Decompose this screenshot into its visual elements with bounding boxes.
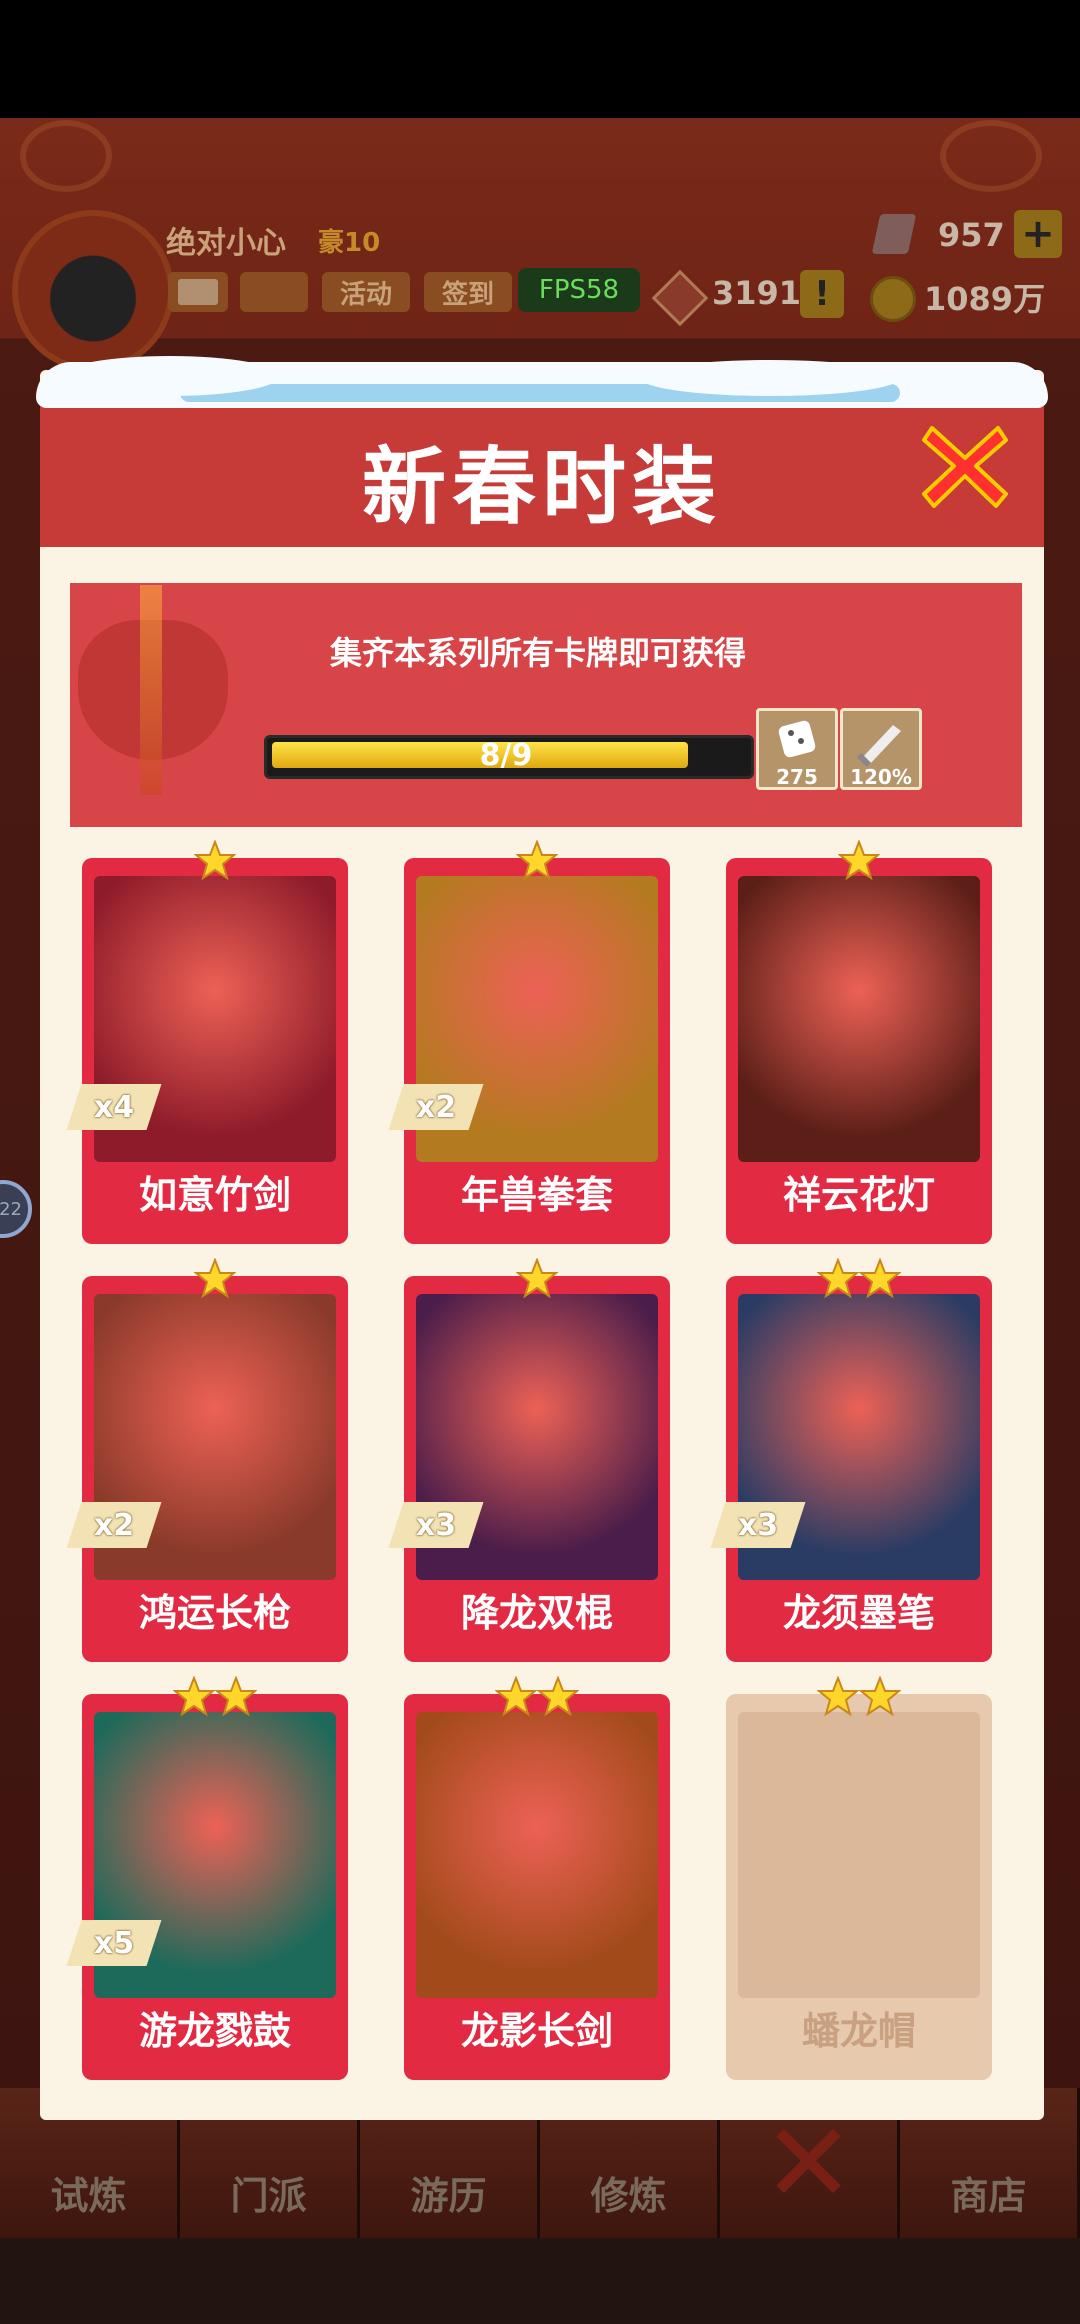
card-name: 如意竹剑	[138, 1173, 291, 1217]
reward-value: 275	[776, 765, 818, 789]
costume-card[interactable]: x3 龙须墨笔	[710, 1257, 992, 1662]
sword-decoration	[140, 585, 162, 795]
star-icon	[172, 1675, 216, 1718]
vip-badge: 豪10	[318, 228, 381, 258]
snow-bump	[60, 356, 280, 396]
alert-button[interactable]: !	[800, 270, 844, 318]
star-icon	[515, 839, 559, 882]
player-avatar[interactable]	[12, 210, 174, 372]
rarity-stars	[82, 839, 348, 884]
nav-label: 门派	[230, 2174, 307, 2218]
rarity-stars	[404, 1675, 670, 1720]
costume-card[interactable]: 蟠龙帽	[726, 1675, 992, 2080]
close-icon: ✕	[762, 2099, 855, 2227]
reward-dice[interactable]: 275	[756, 708, 838, 790]
rarity-stars	[82, 1257, 348, 1302]
costume-card[interactable]: x2 年兽拳套	[388, 839, 670, 1244]
nav-label: 修炼	[590, 2174, 667, 2218]
token-count: 3191	[712, 274, 802, 312]
card-count: x5	[93, 1925, 135, 1961]
status-bar	[0, 0, 1080, 118]
cloud-decoration	[940, 120, 1042, 192]
fps-counter: FPS58	[518, 268, 640, 312]
collection-hint: 集齐本系列所有卡牌即可获得	[329, 634, 746, 672]
star-icon	[193, 1257, 237, 1300]
rarity-stars	[726, 1257, 992, 1302]
card-count-badge: x4	[66, 1084, 162, 1130]
card-name: 祥云花灯	[782, 1173, 935, 1217]
costume-card[interactable]: x4 如意竹剑	[66, 839, 348, 1244]
costume-card[interactable]: x2 鸿运长枪	[66, 1257, 348, 1662]
card-count: x2	[415, 1089, 457, 1125]
star-icon	[858, 1675, 902, 1718]
mail-button[interactable]	[168, 272, 228, 312]
gem-count: 957	[938, 216, 1005, 254]
star-icon	[494, 1675, 538, 1718]
snow-bump	[640, 360, 900, 396]
player-name: 绝对小心	[166, 226, 286, 261]
star-icon	[858, 1257, 902, 1300]
rarity-stars	[726, 839, 992, 884]
mail-icon	[178, 279, 218, 305]
close-icon[interactable]	[920, 418, 1010, 514]
costume-card[interactable]: 龙影长剑	[404, 1675, 670, 2080]
activity-button[interactable]: 活动	[322, 272, 410, 312]
coin-count: 1089万	[924, 280, 1046, 318]
card-count-badge: x2	[66, 1502, 162, 1548]
modal-title: 新春时装	[361, 438, 722, 536]
nav-label: 商店	[950, 2174, 1027, 2218]
card-count-badge: x5	[66, 1920, 162, 1966]
card-count-badge: x2	[388, 1084, 484, 1130]
nav-label: 游历	[410, 2174, 487, 2218]
card-count: x2	[93, 1507, 135, 1543]
star-icon	[515, 1257, 559, 1300]
star-icon	[193, 839, 237, 882]
star-icon	[816, 1675, 860, 1718]
costume-card[interactable]: 祥云花灯	[726, 839, 992, 1244]
rarity-stars	[726, 1675, 992, 1720]
card-count: x4	[93, 1089, 135, 1125]
card-count: x3	[737, 1507, 779, 1543]
card-artwork	[416, 1712, 658, 1998]
card-name: 龙须墨笔	[782, 1591, 935, 1635]
nav-footer	[0, 2238, 1080, 2324]
nav-label: 试炼	[50, 2174, 127, 2218]
rarity-stars	[82, 1675, 348, 1720]
card-artwork	[738, 876, 980, 1162]
star-icon	[816, 1257, 860, 1300]
card-name: 龙影长剑	[460, 2009, 613, 2053]
star-icon	[837, 839, 881, 882]
checkin-button[interactable]: 签到	[424, 272, 512, 312]
card-artwork	[738, 1712, 980, 1998]
coin-icon	[870, 276, 916, 322]
card-count-badge: x3	[388, 1502, 484, 1548]
star-icon	[536, 1675, 580, 1718]
add-gems-button[interactable]: +	[1014, 210, 1062, 258]
card-count: x3	[415, 1507, 457, 1543]
card-name: 鸿运长枪	[138, 1591, 291, 1635]
costume-card[interactable]: x3 降龙双棍	[388, 1257, 670, 1662]
cloud-decoration	[20, 120, 112, 192]
card-name: 游龙戮鼓	[138, 2009, 291, 2053]
hud-button[interactable]	[240, 272, 308, 312]
rarity-stars	[404, 1257, 670, 1302]
costume-card[interactable]: x5 游龙戮鼓	[66, 1675, 348, 2080]
card-name: 降龙双棍	[460, 1591, 613, 1635]
card-name: 年兽拳套	[460, 1173, 613, 1217]
rarity-stars	[404, 839, 670, 884]
star-icon	[214, 1675, 258, 1718]
reward-value: 120%	[850, 765, 912, 789]
reward-sword[interactable]: 120%	[840, 708, 922, 790]
card-name: 蟠龙帽	[801, 2009, 916, 2053]
card-count-badge: x3	[710, 1502, 806, 1548]
progress-text: 8/9	[479, 738, 533, 773]
